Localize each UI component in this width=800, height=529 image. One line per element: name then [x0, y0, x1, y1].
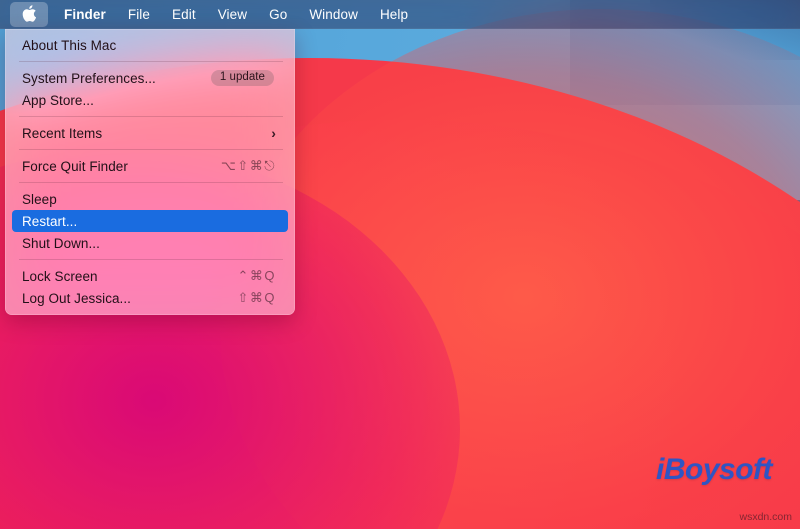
menu-item-recent-items[interactable]: Recent Items ›	[12, 122, 288, 144]
menu-item-sleep[interactable]: Sleep	[12, 188, 288, 210]
menu-bar-item-window[interactable]: Window	[298, 4, 369, 26]
apple-dropdown-menu: About This Mac System Preferences... 1 u…	[5, 29, 295, 315]
menu-item-label: Shut Down...	[22, 236, 278, 251]
keyboard-shortcut: ⌃⌘Q	[237, 268, 278, 284]
menu-separator	[19, 61, 283, 62]
menu-item-label: Recent Items	[22, 126, 271, 141]
menu-separator	[19, 149, 283, 150]
menu-item-shut-down[interactable]: Shut Down...	[12, 232, 288, 254]
macos-desktop-screen: Finder File Edit View Go Window Help Abo…	[0, 0, 800, 529]
menu-item-system-preferences[interactable]: System Preferences... 1 update	[12, 67, 288, 89]
menu-separator	[19, 259, 283, 260]
menu-item-label: Force Quit Finder	[22, 159, 221, 174]
menu-item-label: About This Mac	[22, 38, 278, 53]
menu-bar-item-help[interactable]: Help	[369, 4, 419, 26]
keyboard-shortcut: ⇧⌘Q	[237, 290, 278, 306]
menu-separator	[19, 116, 283, 117]
menu-item-lock-screen[interactable]: Lock Screen ⌃⌘Q	[12, 265, 288, 287]
menu-item-label: App Store...	[22, 93, 278, 108]
apple-logo-icon	[22, 5, 36, 22]
keyboard-shortcut: ⌥⇧⌘⎋	[221, 158, 278, 174]
menu-item-label: Sleep	[22, 192, 278, 207]
chevron-right-icon: ›	[271, 126, 278, 140]
menu-item-about-this-mac[interactable]: About This Mac	[12, 34, 288, 56]
site-watermark: wsxdn.com	[739, 511, 792, 523]
menu-bar-item-file[interactable]: File	[117, 4, 161, 26]
menu-item-app-store[interactable]: App Store...	[12, 89, 288, 111]
menu-item-restart[interactable]: Restart...	[12, 210, 288, 232]
apple-menu-button[interactable]	[10, 2, 48, 27]
menu-item-label: System Preferences...	[22, 71, 211, 86]
menu-item-log-out[interactable]: Log Out Jessica... ⇧⌘Q	[12, 287, 288, 309]
menu-bar-item-edit[interactable]: Edit	[161, 4, 207, 26]
menu-item-label: Lock Screen	[22, 269, 237, 284]
menu-bar-item-view[interactable]: View	[207, 4, 258, 26]
menu-item-label: Restart...	[22, 214, 278, 229]
menu-item-label: Log Out Jessica...	[22, 291, 237, 306]
menu-item-force-quit-finder[interactable]: Force Quit Finder ⌥⇧⌘⎋	[12, 155, 288, 177]
menu-bar-item-finder[interactable]: Finder	[53, 4, 117, 26]
update-count-badge: 1 update	[211, 70, 274, 87]
menu-bar: Finder File Edit View Go Window Help	[0, 0, 800, 29]
menu-bar-item-go[interactable]: Go	[258, 4, 298, 26]
menu-separator	[19, 182, 283, 183]
brand-watermark: iBoysoft	[656, 453, 772, 487]
